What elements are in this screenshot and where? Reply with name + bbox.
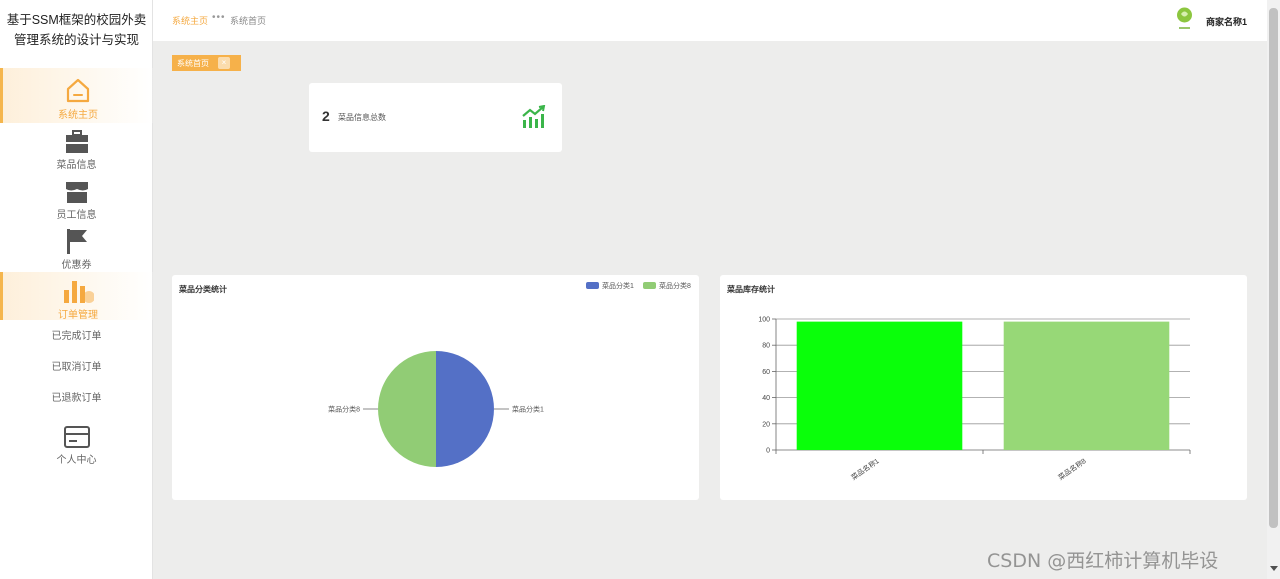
sidebar-item-coupon[interactable]: 优惠券 — [0, 228, 153, 271]
y-tick-label: 40 — [762, 395, 770, 402]
scrollbar-thumb[interactable] — [1269, 8, 1278, 528]
card-icon — [63, 426, 90, 448]
sidebar-item-label: 员工信息 — [56, 210, 97, 221]
submenu-cancelled-orders[interactable]: 已取消订单 — [0, 356, 153, 380]
sidebar-item-label: 优惠券 — [61, 260, 92, 271]
breadcrumb-separator: ••• — [212, 12, 226, 23]
legend-label: 菜品分类1 — [602, 281, 634, 290]
x-tick-label: 菜品名称1 — [849, 456, 880, 482]
tab-label: 系统首页 — [177, 59, 209, 68]
tab-home[interactable]: 系统首页 × — [172, 55, 241, 71]
y-tick-label: 60 — [762, 369, 770, 376]
pie-slice — [378, 351, 436, 467]
sidebar-item-label: 订单管理 — [58, 310, 98, 321]
bar-chart-card: 菜品库存统计 0 20 40 60 80 100 菜品名称1 菜品名称8 — [720, 275, 1247, 500]
x-tick-label: 菜品名称8 — [1056, 456, 1087, 482]
top-bar: 系统主页 ••• 系统首页 商家名称1 — [153, 0, 1267, 41]
sidebar-item-home[interactable]: 系统主页 — [0, 68, 153, 123]
merchant-name[interactable]: 商家名称1 — [1206, 15, 1247, 28]
store-icon — [65, 182, 88, 203]
sidebar-item-dishes[interactable]: 菜品信息 — [0, 130, 153, 171]
stat-label: 菜品信息总数 — [338, 113, 386, 122]
bar — [1003, 321, 1170, 450]
submenu-completed-orders[interactable]: 已完成订单 — [0, 325, 153, 349]
app-title-line2: 管理系统的设计与实现 — [13, 33, 139, 47]
bar-chart-icon — [64, 281, 94, 303]
bar — [796, 321, 963, 450]
trend-up-icon — [522, 105, 546, 128]
legend-swatch — [643, 282, 656, 289]
briefcase-icon — [65, 130, 88, 153]
y-tick-label: 100 — [758, 317, 770, 324]
stat-card: 2 菜品信息总数 — [309, 83, 562, 152]
avatar[interactable] — [1176, 7, 1193, 34]
pie-chart: 菜品分类1 菜品分类8 菜品分类1 菜品分类8 — [328, 281, 691, 467]
pie-slice — [436, 351, 494, 467]
submenu-refunded-orders[interactable]: 已退款订单 — [0, 387, 153, 411]
sidebar-item-staff[interactable]: 员工信息 — [0, 180, 153, 221]
sidebar-item-label: 菜品信息 — [56, 160, 97, 171]
app-title-line1: 基于SSM框架的校园外卖 — [6, 13, 147, 27]
sidebar-item-profile[interactable]: 个人中心 — [0, 425, 153, 469]
sidebar-item-label: 系统主页 — [58, 110, 98, 121]
stat-value: 2 — [322, 108, 330, 124]
breadcrumb-home[interactable]: 系统主页 — [172, 14, 208, 27]
breadcrumb-current: 系统首页 — [230, 16, 267, 26]
home-icon — [66, 78, 90, 103]
sidebar: 基于SSM框架的校园外卖 管理系统的设计与实现 系统主页 菜品信息 员工信息 优… — [0, 0, 153, 579]
watermark: CSDN @西红柿计算机毕设 — [987, 550, 1219, 572]
y-tick-label: 0 — [766, 448, 770, 455]
sidebar-item-orders[interactable]: 订单管理 — [0, 272, 153, 321]
scrollbar[interactable] — [1267, 0, 1280, 579]
flag-icon — [66, 229, 87, 254]
y-tick-label: 80 — [762, 343, 770, 350]
slice-label: 菜品分类8 — [328, 405, 360, 414]
app-title: 基于SSM框架的校园外卖 管理系统的设计与实现 — [0, 10, 153, 50]
bar-chart: 0 20 40 60 80 100 菜品名称1 菜品名称8 — [758, 317, 1191, 482]
legend-label: 菜品分类8 — [659, 281, 691, 290]
y-tick-label: 20 — [762, 421, 770, 428]
sidebar-item-label: 个人中心 — [56, 455, 97, 466]
scroll-down-arrow-icon[interactable] — [1270, 566, 1278, 571]
close-icon[interactable]: × — [218, 57, 230, 69]
pie-chart-card: 菜品分类统计 菜品分类1 菜品分类8 菜品分类1 菜品分类8 — [172, 275, 699, 500]
legend-swatch — [586, 282, 599, 289]
slice-label: 菜品分类1 — [512, 405, 544, 414]
